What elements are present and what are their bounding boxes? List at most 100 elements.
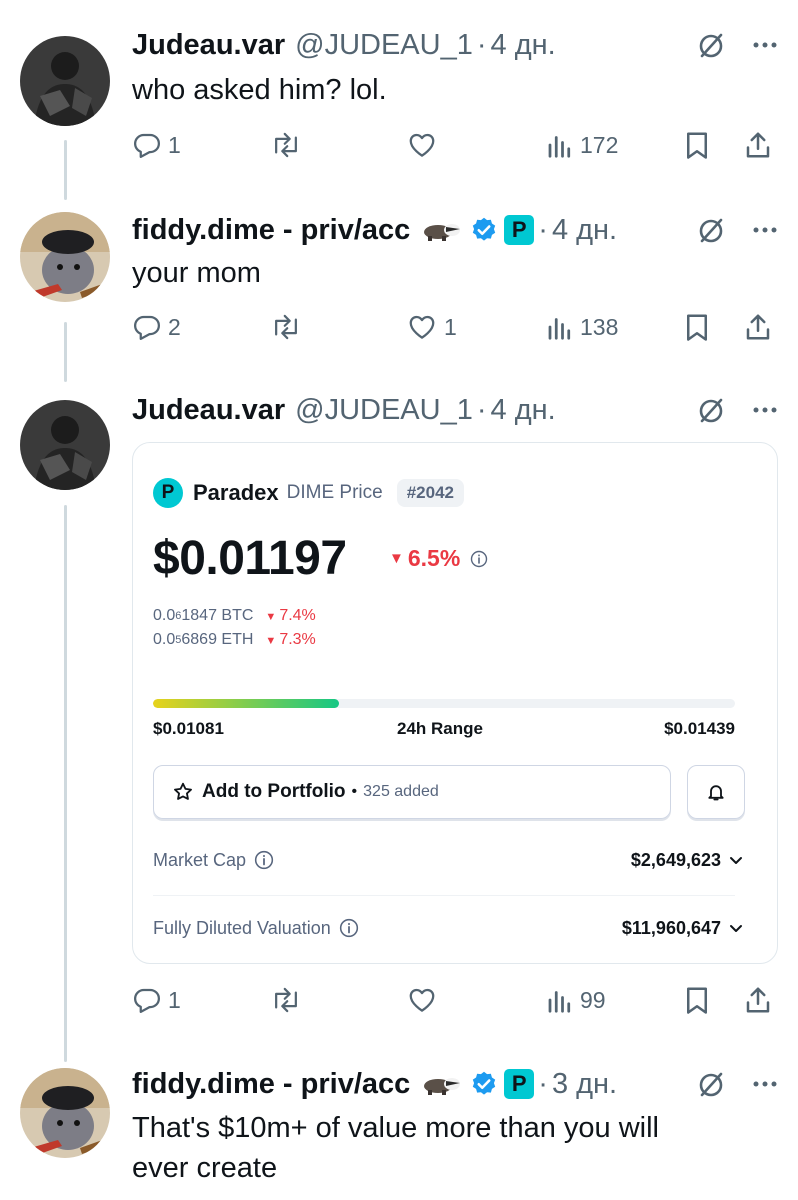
badger-emoji-icon <box>420 218 462 242</box>
btc-prefix: 0.0 <box>153 607 176 624</box>
down-triangle-icon: ▼ <box>389 550 404 567</box>
views-icon <box>548 991 571 1013</box>
author-name[interactable]: Judeau.var <box>132 29 285 62</box>
separator-dot: · <box>538 213 548 246</box>
paradex-badge[interactable]: P <box>504 215 535 245</box>
market-cap-row[interactable]: Market Cap $2,649,623 <box>153 845 745 875</box>
fdv-value-text: $11,960,647 <box>621 917 721 938</box>
repost-button[interactable] <box>270 125 308 165</box>
more-icon[interactable] <box>752 406 778 414</box>
share-button[interactable] <box>744 307 772 347</box>
tweet-actions: 1 99 <box>132 980 778 1020</box>
author-handle[interactable]: @JUDEAU_1 <box>295 29 473 62</box>
range-bar <box>153 699 735 708</box>
share-button[interactable] <box>744 125 772 165</box>
timestamp[interactable]: 4 дн. <box>491 29 556 62</box>
timestamp[interactable]: 4 дн. <box>552 214 617 247</box>
views-button[interactable]: 172 <box>546 125 618 165</box>
chevron-down-icon <box>727 851 745 869</box>
tweet-actions: 1 172 <box>132 125 778 165</box>
reply-icon <box>134 133 160 158</box>
reply-button[interactable]: 2 <box>132 307 181 347</box>
price-card-image[interactable]: P Paradex DIME Price #2042 $0.01197 ▼ 6.… <box>132 442 778 964</box>
author-handle[interactable]: @JUDEAU_1 <box>295 394 473 427</box>
token-subtitle: DIME Price <box>286 482 383 503</box>
more-icon[interactable] <box>752 226 778 234</box>
down-triangle-icon: ▼ <box>265 635 277 647</box>
added-count: 325 added <box>363 783 439 800</box>
author-name[interactable]: Judeau.var <box>132 394 285 427</box>
tweet[interactable]: fiddy.dime - priv/acc P · 3 дн. That's $… <box>0 1050 798 1200</box>
avatar[interactable] <box>20 1068 110 1158</box>
repost-button[interactable] <box>270 980 308 1020</box>
market-cap-label-text: Market Cap <box>153 849 247 870</box>
separator-dot: · <box>476 393 487 426</box>
bookmark-button[interactable] <box>684 980 710 1020</box>
token-price: $0.01197 <box>153 532 347 585</box>
timestamp[interactable]: 4 дн. <box>491 394 556 427</box>
repost-button[interactable] <box>270 307 308 347</box>
heart-icon <box>409 988 435 1012</box>
price-change: ▼ 6.5% <box>389 545 488 572</box>
more-icon[interactable] <box>752 41 778 49</box>
range-high: $0.01439 <box>664 719 735 738</box>
paradex-badge[interactable]: P <box>504 1069 535 1099</box>
bookmark-button[interactable] <box>684 125 710 165</box>
separator-dot: · <box>476 28 487 61</box>
info-icon <box>470 550 488 568</box>
views-count: 99 <box>580 986 606 1013</box>
views-count: 172 <box>580 131 619 158</box>
grok-icon[interactable] <box>696 1069 726 1099</box>
tweet-text: your mom <box>132 257 261 289</box>
bullet-separator: • <box>351 783 358 800</box>
price-alert-button[interactable] <box>687 765 745 819</box>
reply-button[interactable]: 1 <box>132 980 181 1020</box>
verified-badge-icon[interactable] <box>470 216 498 244</box>
star-icon <box>174 782 192 800</box>
author-name[interactable]: fiddy.dime - priv/acc <box>132 214 410 247</box>
share-icon <box>746 987 770 1013</box>
like-button[interactable] <box>406 125 444 165</box>
timestamp[interactable]: 3 дн. <box>552 1068 617 1101</box>
card-header: P Paradex DIME Price #2042 <box>153 477 464 509</box>
share-button[interactable] <box>744 980 772 1020</box>
repost-icon <box>275 987 297 1013</box>
fdv-label: Fully Diluted Valuation <box>153 918 359 939</box>
repost-icon <box>275 314 297 340</box>
verified-badge-icon[interactable] <box>470 1070 498 1098</box>
bookmark-button[interactable] <box>684 307 710 347</box>
heart-icon <box>409 315 435 339</box>
more-icon[interactable] <box>752 1080 778 1088</box>
avatar[interactable] <box>20 400 110 490</box>
avatar[interactable] <box>20 36 110 126</box>
repost-icon <box>275 132 297 158</box>
reply-icon <box>134 988 160 1013</box>
tweet[interactable]: fiddy.dime - priv/acc P · 4 дн. your mom… <box>0 190 798 370</box>
tweet-text-line: ever create <box>132 1152 278 1184</box>
add-to-portfolio-button[interactable]: Add to Portfolio • 325 added <box>153 765 671 819</box>
like-button[interactable]: 1 <box>406 307 457 347</box>
paradex-logo: P <box>153 478 183 508</box>
info-icon <box>254 850 274 870</box>
like-button[interactable] <box>406 980 444 1020</box>
tweet-text-line: That's $10m+ of value more than you will <box>132 1112 659 1144</box>
stat-divider <box>153 895 735 896</box>
author-name[interactable]: fiddy.dime - priv/acc <box>132 1068 410 1101</box>
grok-icon[interactable] <box>696 30 726 60</box>
eth-change: ▼ 7.3% <box>265 631 315 649</box>
tweet-header: fiddy.dime - priv/acc P · 4 дн. <box>132 210 778 250</box>
reply-button[interactable]: 1 <box>132 125 181 165</box>
views-button[interactable]: 138 <box>546 307 618 347</box>
eth-rest: 6869 ETH <box>181 631 254 648</box>
bookmark-icon <box>687 132 707 159</box>
tweet[interactable]: Judeau.var @JUDEAU_1 · 4 дн. who asked h… <box>0 0 798 190</box>
fdv-row[interactable]: Fully Diluted Valuation $11,960,647 <box>153 913 745 943</box>
reply-count: 2 <box>168 313 181 340</box>
badger-emoji-icon <box>420 1072 462 1096</box>
grok-icon[interactable] <box>696 395 726 425</box>
views-button[interactable]: 99 <box>546 980 606 1020</box>
avatar[interactable] <box>20 212 110 302</box>
down-triangle-icon: ▼ <box>265 611 277 623</box>
eth-prefix: 0.0 <box>153 631 176 648</box>
grok-icon[interactable] <box>696 215 726 245</box>
